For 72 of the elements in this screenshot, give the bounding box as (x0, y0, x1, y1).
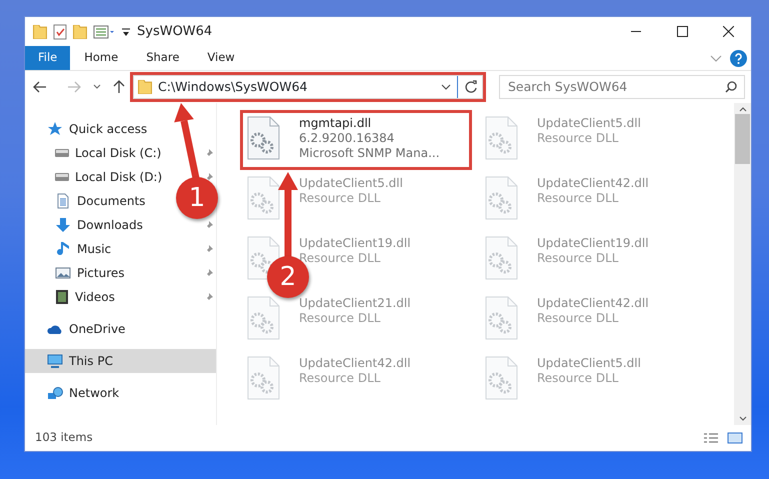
document-icon (55, 193, 71, 209)
sidebar-item[interactable]: This PC (25, 349, 216, 373)
sidebar-item[interactable]: Local Disk (D:) (55, 165, 162, 189)
close-icon (722, 26, 734, 37)
help-icon[interactable] (730, 50, 747, 66)
download-arrow-icon (55, 217, 71, 233)
address-path: C:\Windows\SysWOW64 (158, 78, 308, 96)
gear-file-icon (484, 116, 518, 160)
file-name[interactable]: mgmtapi.dll (299, 116, 440, 131)
up-arrow-icon[interactable] (113, 80, 125, 94)
file-detail: Microsoft SNMP Mana... (299, 146, 440, 161)
scroll-down-icon[interactable] (738, 416, 746, 421)
sidebar-item[interactable]: Documents (55, 189, 146, 213)
chevron-down-icon[interactable] (93, 84, 101, 90)
cloud-icon (47, 324, 63, 334)
sidebar-item[interactable]: Local Disk (C:) (55, 141, 162, 165)
ribbon-tab[interactable]: Share (132, 46, 194, 70)
star-icon (47, 121, 63, 137)
file-tab[interactable]: File (25, 46, 70, 70)
file-detail: Resource DLL (537, 311, 620, 326)
sidebar-item[interactable]: Network (47, 381, 120, 405)
file-detail: Resource DLL (299, 311, 382, 326)
gear-file-icon (484, 236, 518, 280)
monitor-icon (47, 354, 63, 368)
file-detail: Resource DLL (537, 191, 620, 206)
scrollbar[interactable] (734, 103, 751, 425)
file-detail: Resource DLL (299, 371, 382, 386)
gear-file-icon (484, 356, 518, 400)
address-bar[interactable]: C:\Windows\SysWOW64 (133, 75, 483, 99)
scroll-up-icon[interactable] (738, 107, 746, 112)
window-title: SysWOW64 (137, 22, 212, 41)
list-view-icon[interactable] (93, 24, 115, 38)
sidebar-item[interactable]: Videos (55, 285, 115, 309)
ribbon-tab[interactable]: View (193, 46, 249, 70)
sidebar-item[interactable]: Music (55, 237, 112, 261)
properties-icon[interactable] (53, 24, 67, 40)
gear-file-icon (484, 176, 518, 220)
sidebar-item[interactable]: Quick access (47, 117, 148, 141)
file-detail: 6.2.9200.16384 (299, 131, 396, 146)
details-view-icon[interactable] (703, 432, 719, 444)
file-detail: Resource DLL (537, 131, 620, 146)
minimize-icon (631, 31, 641, 32)
refresh-icon[interactable] (464, 80, 478, 94)
film-icon (55, 289, 69, 305)
picture-icon (55, 267, 71, 279)
chevron-down-icon[interactable] (441, 84, 451, 90)
large-icons-view-icon[interactable] (727, 432, 743, 444)
drive-icon (55, 173, 69, 181)
gear-file-icon (246, 176, 280, 220)
network-icon (47, 386, 63, 400)
sidebar-item[interactable]: OneDrive (47, 317, 126, 341)
drive-icon (55, 149, 69, 157)
gear-file-icon (246, 116, 280, 160)
maximize-icon (676, 26, 688, 37)
search-field[interactable]: Search SysWOW64 (499, 75, 745, 99)
search-icon[interactable] (725, 81, 737, 93)
dropdown-icon[interactable] (121, 26, 131, 36)
file-detail: Resource DLL (537, 251, 620, 266)
file-detail: Resource DLL (537, 371, 620, 386)
sidebar-item[interactable]: Downloads (55, 213, 143, 237)
item-count: 103 items (35, 429, 93, 446)
folder-icon (138, 80, 152, 94)
gear-file-icon (246, 296, 280, 340)
gear-file-icon (484, 296, 518, 340)
file-detail: Resource DLL (299, 191, 382, 206)
sidebar-item[interactable]: Pictures (55, 261, 125, 285)
scroll-thumb[interactable] (735, 114, 750, 164)
gear-file-icon (246, 356, 280, 400)
file-detail: Resource DLL (299, 251, 382, 266)
ribbon-tab[interactable]: Home (70, 46, 132, 70)
music-note-icon (55, 241, 71, 257)
back-arrow-icon[interactable] (33, 81, 47, 93)
